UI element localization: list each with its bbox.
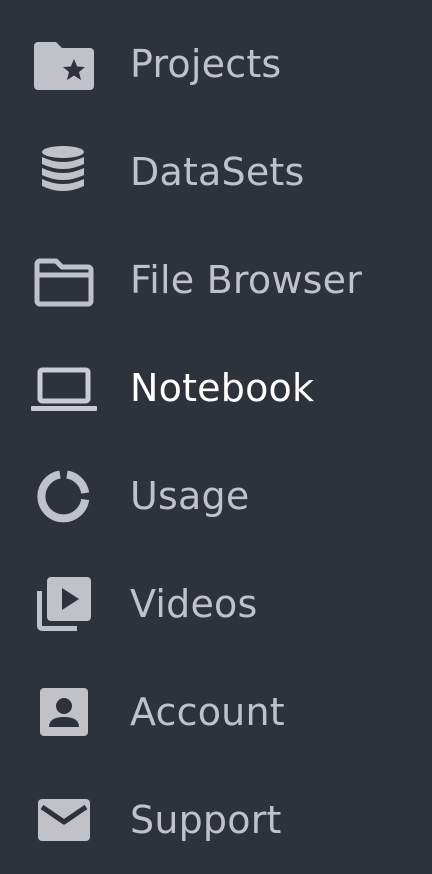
sidebar-item-projects[interactable]: Projects: [0, 10, 432, 118]
video-library-icon: [29, 569, 99, 639]
donut-chart-icon: [29, 461, 99, 531]
sidebar-item-label: Projects: [130, 42, 282, 86]
sidebar-item-usage[interactable]: Usage: [0, 442, 432, 550]
laptop-icon: [29, 353, 99, 423]
database-icon: [29, 137, 99, 207]
sidebar-item-account[interactable]: Account: [0, 658, 432, 766]
sidebar-item-label: Notebook: [130, 366, 315, 410]
sidebar-item-label: Support: [130, 798, 282, 842]
sidebar-item-label: File Browser: [130, 258, 363, 302]
sidebar-nav: Projects DataSets File Browser Notebook …: [0, 0, 432, 856]
sidebar-item-label: Account: [130, 690, 285, 734]
sidebar-item-datasets[interactable]: DataSets: [0, 118, 432, 226]
mail-icon: [29, 785, 99, 855]
sidebar-item-label: DataSets: [130, 150, 305, 194]
folder-outline-icon: [29, 245, 99, 315]
sidebar-item-file-browser[interactable]: File Browser: [0, 226, 432, 334]
sidebar-item-support[interactable]: Support: [0, 766, 432, 874]
sidebar-item-notebook[interactable]: Notebook: [0, 334, 432, 442]
account-box-icon: [29, 677, 99, 747]
folder-star-icon: [29, 29, 99, 99]
sidebar-item-label: Videos: [130, 582, 258, 626]
sidebar-item-videos[interactable]: Videos: [0, 550, 432, 658]
sidebar-item-label: Usage: [130, 474, 250, 518]
